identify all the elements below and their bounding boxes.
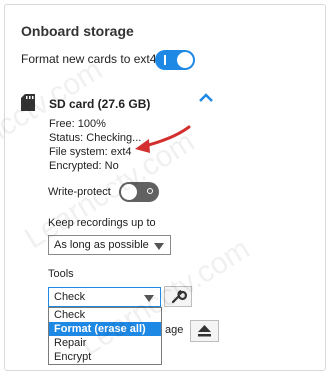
format-toggle[interactable] bbox=[155, 50, 195, 70]
tools-option-format[interactable]: Format (erase all) bbox=[49, 322, 161, 336]
eject-button[interactable] bbox=[190, 320, 219, 342]
section-title: Onboard storage bbox=[21, 23, 134, 39]
toggle-knob bbox=[177, 52, 193, 68]
write-protect-label: Write-protect bbox=[48, 186, 111, 198]
info-encrypted: Encrypted: No bbox=[49, 160, 119, 172]
tools-option-encrypt[interactable]: Encrypt bbox=[49, 350, 161, 364]
keep-recordings-label: Keep recordings up to bbox=[48, 217, 156, 229]
partially-hidden-label: age bbox=[165, 324, 184, 336]
sd-card-icon bbox=[21, 94, 35, 111]
chevron-up-icon[interactable] bbox=[199, 93, 213, 103]
tools-option-repair[interactable]: Repair bbox=[49, 336, 161, 350]
keep-recordings-value: As long as possible bbox=[54, 239, 149, 251]
tools-run-button[interactable] bbox=[164, 286, 192, 307]
dropdown-arrow-icon bbox=[144, 295, 154, 302]
dropdown-arrow-icon bbox=[154, 243, 164, 250]
info-filesystem: File system: ext4 bbox=[49, 146, 132, 158]
tools-select[interactable]: Check bbox=[48, 287, 161, 307]
info-status: Status: Checking... bbox=[49, 132, 142, 144]
wrench-icon bbox=[171, 289, 188, 304]
annotation-arrow bbox=[135, 125, 191, 153]
info-free: Free: 100% bbox=[49, 118, 106, 130]
keep-recordings-select[interactable]: As long as possible bbox=[48, 235, 171, 255]
eject-icon bbox=[198, 325, 211, 337]
tools-option-check[interactable]: Check bbox=[49, 308, 161, 322]
toggle-knob bbox=[121, 184, 137, 200]
tools-label: Tools bbox=[48, 268, 74, 280]
tools-dropdown-list: Check Format (erase all) Repair Encrypt bbox=[48, 307, 162, 365]
toggle-on-indicator bbox=[164, 55, 166, 65]
write-protect-toggle[interactable] bbox=[119, 182, 159, 202]
format-label: Format new cards to ext4 bbox=[21, 52, 157, 66]
card-title: SD card (27.6 GB) bbox=[49, 97, 151, 111]
toggle-off-indicator bbox=[147, 188, 153, 194]
tools-value: Check bbox=[54, 291, 86, 303]
